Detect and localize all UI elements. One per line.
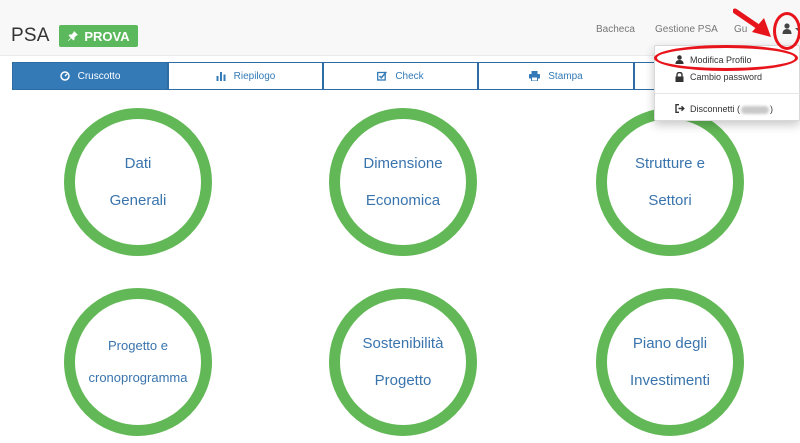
brand-title[interactable]: PSA bbox=[11, 25, 50, 47]
nav-link-bacheca[interactable]: Bacheca bbox=[596, 24, 635, 35]
tile-dimensione-economica[interactable]: Dimensione Economica bbox=[329, 108, 477, 256]
menu-item-disconnetti[interactable]: Disconnetti () bbox=[655, 101, 800, 117]
bar-chart-icon bbox=[216, 71, 226, 81]
tab-stampa[interactable]: Stampa bbox=[478, 62, 634, 90]
pin-icon bbox=[67, 30, 79, 42]
tile-label-line2: Progetto bbox=[374, 372, 432, 389]
tab-label: Stampa bbox=[548, 70, 583, 82]
tile-label-line1: Progetto e bbox=[108, 338, 168, 353]
tile-label-line2: Settori bbox=[648, 192, 692, 209]
sign-out-icon bbox=[675, 104, 685, 115]
menu-item-cambio-password[interactable]: Cambio password bbox=[655, 69, 800, 85]
tab-check[interactable]: Check bbox=[323, 62, 478, 90]
tile-label-line2: cronoprogramma bbox=[88, 370, 188, 385]
username-redacted bbox=[741, 105, 770, 114]
tile-label-line1: Strutture e bbox=[634, 155, 706, 172]
tab-label: Check bbox=[395, 70, 424, 82]
tab-riepilogo[interactable]: Riepilogo bbox=[168, 62, 323, 90]
tile-label-line2: Economica bbox=[365, 192, 441, 209]
tile-progetto-cronoprogramma[interactable]: Progetto e cronoprogramma bbox=[64, 288, 212, 436]
prova-label: PROVA bbox=[84, 28, 130, 44]
nav-link-gestione-psa[interactable]: Gestione PSA bbox=[655, 24, 718, 35]
tile-strutture-settori[interactable]: Strutture e Settori bbox=[596, 108, 744, 256]
prova-badge: PROVA bbox=[59, 25, 138, 47]
highlight-circle-user-menu bbox=[773, 12, 800, 50]
tab-label: Riepilogo bbox=[233, 70, 276, 82]
lock-icon bbox=[675, 71, 684, 84]
tile-dati-generali[interactable]: Dati Generali bbox=[64, 108, 212, 256]
highlight-ellipse-modifica-profilo bbox=[654, 45, 798, 71]
menu-item-label: Cambio password bbox=[690, 72, 763, 82]
tile-label-line1: Dati bbox=[124, 155, 152, 172]
print-icon bbox=[529, 71, 541, 81]
tile-piano-investimenti[interactable]: Piano degli Investimenti bbox=[596, 288, 744, 436]
tile-label-line1: Sostenibilità bbox=[362, 335, 444, 352]
tile-label-line2: Investimenti bbox=[629, 372, 711, 389]
check-square-icon bbox=[377, 71, 388, 81]
dashboard-icon bbox=[59, 71, 70, 81]
menu-item-label: Disconnetti () bbox=[690, 104, 774, 114]
tile-label-line1: Dimensione bbox=[363, 155, 443, 172]
tile-label-line1: Piano degli bbox=[632, 335, 708, 352]
menu-divider bbox=[655, 93, 800, 94]
red-arrow-icon bbox=[733, 8, 771, 37]
tab-label: Cruscotto bbox=[77, 70, 121, 82]
tile-label-line2: Generali bbox=[109, 192, 167, 209]
tab-cruscotto[interactable]: Cruscotto bbox=[12, 62, 168, 90]
tile-sostenibilita-progetto[interactable]: Sostenibilità Progetto bbox=[329, 288, 477, 436]
